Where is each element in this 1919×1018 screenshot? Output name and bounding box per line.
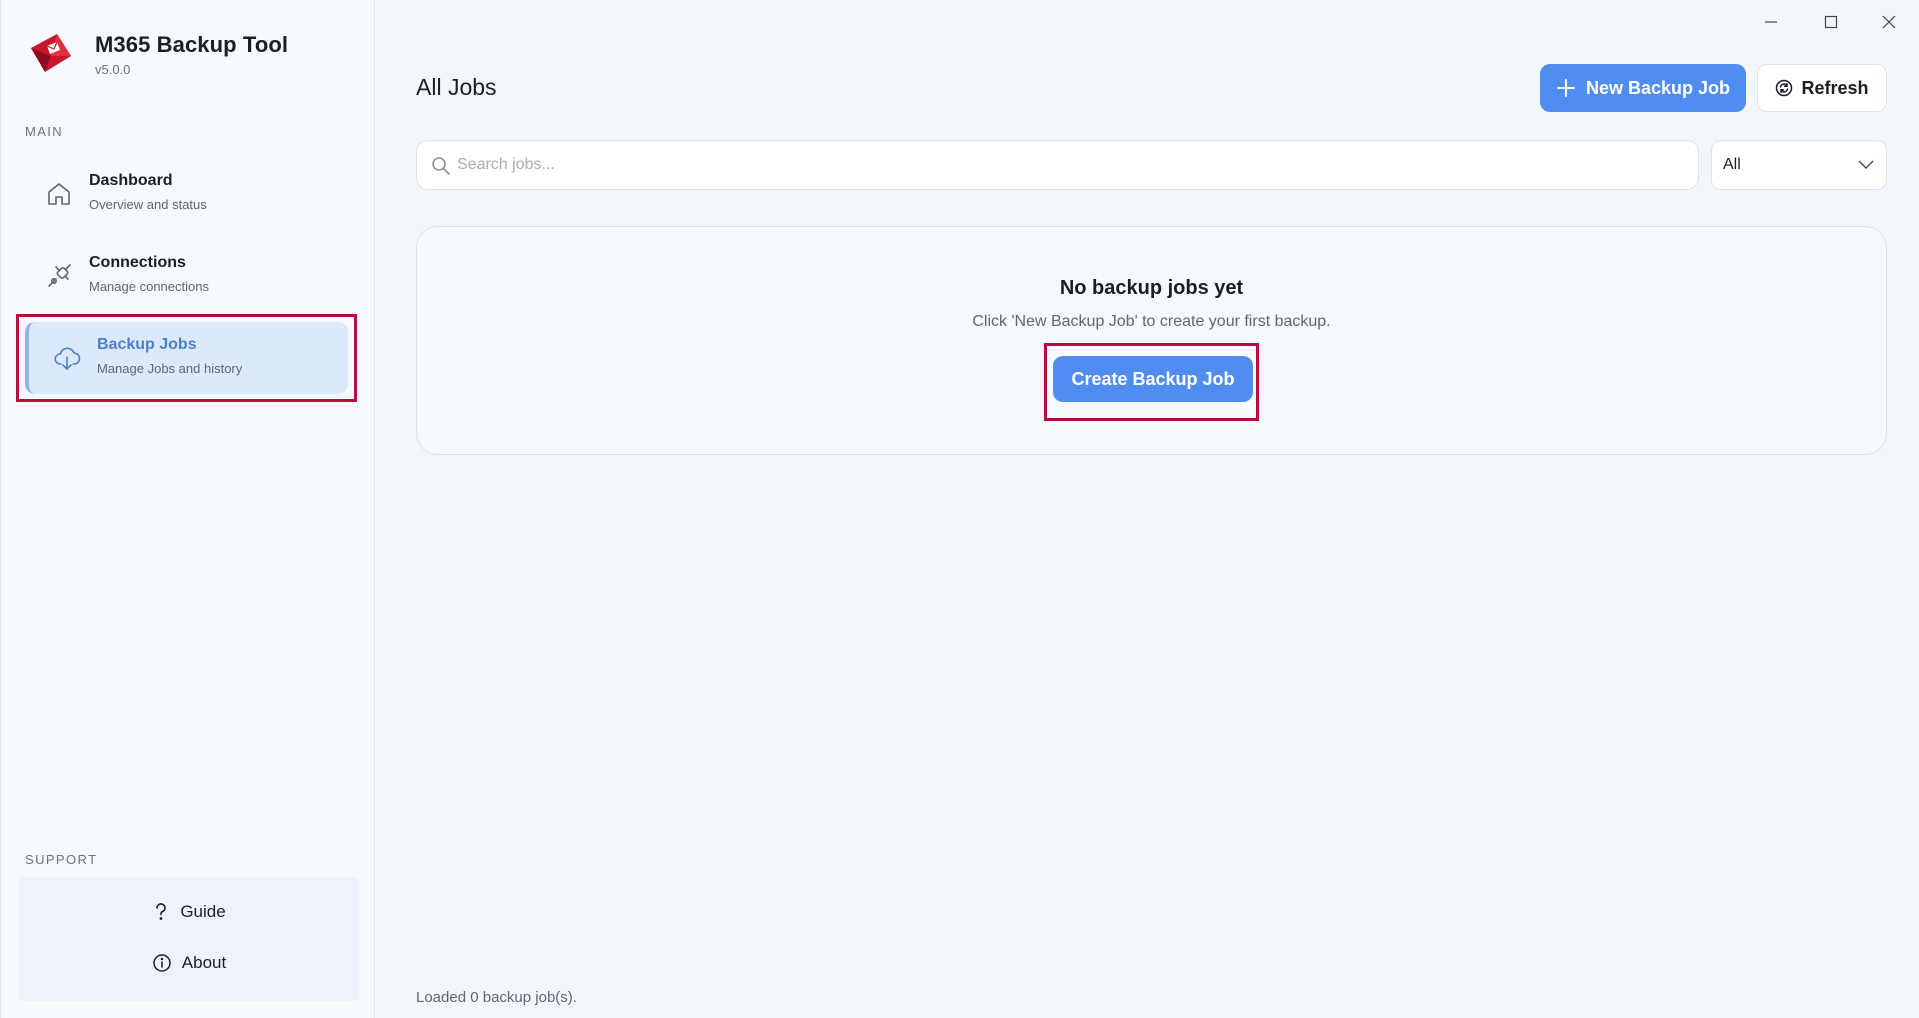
guide-button[interactable]: Guide bbox=[19, 887, 359, 937]
support-panel: Guide About bbox=[19, 877, 359, 1001]
refresh-label: Refresh bbox=[1801, 77, 1869, 98]
minimize-icon bbox=[1765, 21, 1777, 23]
search-box bbox=[416, 140, 1699, 190]
sidebar-item-connections[interactable]: Connections Manage connections bbox=[25, 240, 348, 312]
sidebar-item-dashboard[interactable]: Dashboard Overview and status bbox=[25, 158, 348, 230]
sidebar-item-subtitle: Manage Jobs and history bbox=[97, 361, 243, 376]
brand: M365 Backup Tool v5.0.0 bbox=[27, 30, 288, 78]
about-button[interactable]: About bbox=[19, 938, 359, 988]
sidebar-item-title: Backup Jobs bbox=[97, 336, 197, 353]
maximize-icon bbox=[1824, 15, 1838, 29]
section-label-main: MAIN bbox=[25, 124, 64, 139]
close-window-button[interactable] bbox=[1869, 10, 1909, 34]
empty-state-card: No backup jobs yet Click 'New Backup Job… bbox=[416, 226, 1887, 455]
empty-state-title: No backup jobs yet bbox=[1059, 277, 1244, 299]
about-label: About bbox=[181, 953, 227, 972]
search-input[interactable] bbox=[457, 141, 1687, 189]
refresh-button[interactable]: Refresh bbox=[1757, 64, 1887, 112]
maximize-button[interactable] bbox=[1811, 10, 1851, 34]
plug-icon bbox=[48, 264, 71, 287]
sidebar-item-backup-jobs[interactable]: Backup Jobs Manage Jobs and history bbox=[25, 322, 348, 394]
app-title: M365 Backup Tool bbox=[95, 32, 289, 57]
close-icon bbox=[1882, 15, 1896, 29]
minimize-button[interactable] bbox=[1751, 10, 1791, 34]
app-logo-icon bbox=[31, 34, 71, 72]
guide-label: Guide bbox=[180, 902, 226, 921]
status-filter-select[interactable]: All bbox=[1711, 140, 1887, 190]
new-backup-job-label: New Backup Job bbox=[1585, 77, 1731, 98]
plus-icon bbox=[1556, 79, 1575, 97]
status-filter-value: All bbox=[1723, 156, 1741, 173]
sidebar-item-title: Dashboard bbox=[89, 172, 173, 189]
app-version: v5.0.0 bbox=[95, 62, 131, 77]
chevron-down-icon bbox=[1858, 160, 1874, 169]
new-backup-job-button[interactable]: New Backup Job bbox=[1540, 64, 1746, 112]
sidebar-item-title: Connections bbox=[89, 254, 186, 271]
create-backup-job-button[interactable]: Create Backup Job bbox=[1053, 356, 1253, 402]
section-label-support: SUPPORT bbox=[25, 852, 98, 867]
home-icon bbox=[48, 183, 70, 205]
sidebar-item-subtitle: Manage connections bbox=[89, 279, 209, 294]
info-icon bbox=[153, 954, 171, 972]
question-icon bbox=[156, 903, 167, 920]
cloud-download-icon bbox=[54, 347, 81, 370]
sidebar: M365 Backup Tool v5.0.0 MAIN Dashboard O… bbox=[0, 0, 375, 1018]
sidebar-item-subtitle: Overview and status bbox=[89, 197, 207, 212]
refresh-icon bbox=[1776, 79, 1793, 97]
status-text: Loaded 0 backup job(s). bbox=[416, 989, 577, 1006]
empty-state-subtitle: Click 'New Backup Job' to create your fi… bbox=[972, 313, 1331, 330]
page-title: All Jobs bbox=[416, 74, 497, 100]
search-icon bbox=[432, 157, 450, 175]
